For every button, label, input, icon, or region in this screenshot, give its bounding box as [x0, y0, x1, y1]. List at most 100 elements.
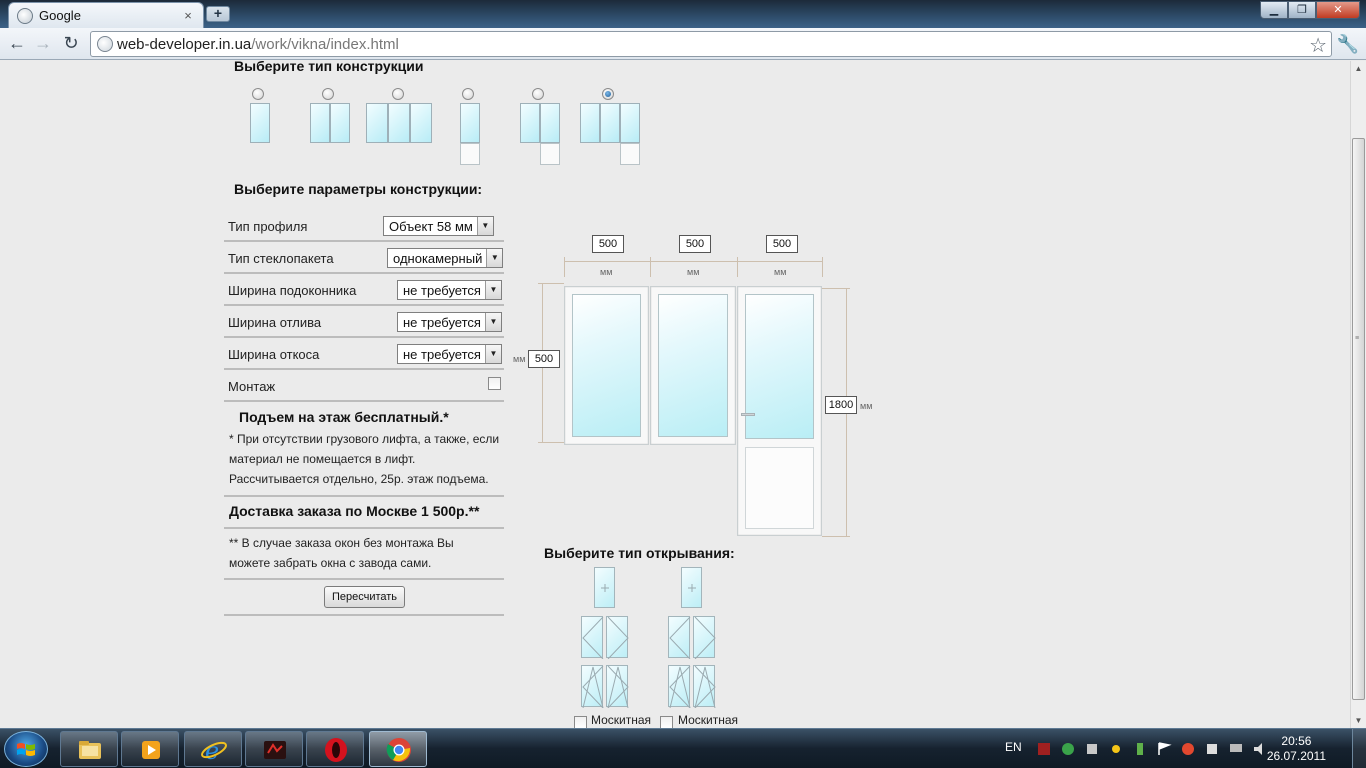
chevron-down-icon[interactable]: ▼ [486, 249, 503, 267]
opening-tilt-turn-left-icon[interactable] [581, 665, 604, 708]
scroll-up-arrow-icon[interactable]: ▲ [1351, 61, 1366, 76]
construction-radio[interactable] [532, 88, 544, 100]
construction-radio[interactable] [322, 88, 334, 100]
start-button[interactable] [4, 731, 48, 767]
show-desktop-button[interactable] [1352, 729, 1366, 768]
unit-label: мм [513, 354, 526, 364]
select-value: не требуется [403, 282, 481, 298]
chevron-down-icon[interactable]: ▼ [484, 281, 501, 299]
window-height-input[interactable]: 500 [528, 350, 560, 368]
door-panel [745, 447, 814, 529]
construction-radio[interactable] [252, 88, 264, 100]
construction-radio-selected[interactable] [602, 88, 614, 100]
tray-flag-icon[interactable] [1156, 741, 1172, 757]
page-info-icon[interactable] [97, 36, 113, 52]
taskbar-chrome[interactable] [369, 731, 427, 767]
window-pane [580, 103, 600, 143]
opening-turn-left-icon[interactable] [668, 616, 691, 659]
chevron-down-icon[interactable]: ▼ [484, 345, 501, 363]
back-button[interactable]: ← [6, 33, 28, 55]
opening-fixed-icon[interactable] [594, 567, 615, 608]
glass-unit-select[interactable]: однокамерный ▼ [387, 248, 504, 268]
mount-checkbox[interactable] [488, 377, 501, 390]
scroll-down-arrow-icon[interactable]: ▼ [1351, 713, 1366, 728]
mosquito-checkbox-1[interactable] [574, 716, 587, 728]
drip-width-select[interactable]: не требуется ▼ [397, 312, 502, 332]
tray-network-icon[interactable] [1060, 741, 1076, 757]
opening-turn-left-icon[interactable] [581, 616, 604, 659]
chevron-down-icon[interactable]: ▼ [476, 217, 493, 235]
lift-info: Подъем на этаж бесплатный.* * При отсутс… [224, 402, 504, 497]
taskbar-explorer[interactable] [60, 731, 118, 767]
bookmark-star-icon[interactable]: ☆ [1309, 33, 1327, 58]
tray-battery-icon[interactable] [1204, 741, 1220, 757]
system-clock[interactable]: 20:56 26.07.2011 [1267, 734, 1326, 764]
opening-turn-right-icon[interactable] [606, 616, 629, 659]
window-frame-2[interactable] [650, 286, 736, 445]
volume-icon[interactable] [1252, 741, 1268, 757]
width-input-3[interactable]: 500 [766, 235, 798, 253]
window-pane [310, 103, 330, 143]
mosquito-checkbox-2[interactable] [660, 716, 673, 728]
param-label: Ширина откоса [228, 347, 320, 362]
opening-tilt-turn-left-icon[interactable] [668, 665, 691, 708]
door-frame[interactable] [737, 286, 822, 536]
opening-tilt-turn-right-icon[interactable] [693, 665, 716, 708]
sill-width-select[interactable]: не требуется ▼ [397, 280, 502, 300]
tray-sun-icon[interactable] [1108, 741, 1124, 757]
url-host: web-developer.in.ua [117, 35, 252, 53]
new-tab-button[interactable]: + [206, 6, 230, 22]
minimize-button[interactable]: ▁ [1260, 1, 1288, 19]
maximize-button[interactable]: ❐ [1288, 1, 1316, 19]
recalculate-button[interactable]: Пересчитать [324, 586, 405, 608]
browser-tab[interactable]: Google × [8, 2, 204, 28]
browser-toolbar: ← → ↻ web-developer.in.ua /work/vikna/in… [0, 28, 1366, 60]
forward-button[interactable]: → [32, 33, 54, 55]
tray-tools-icon[interactable] [1084, 741, 1100, 757]
delivery-info: Доставка заказа по Москве 1 500р.** [224, 497, 504, 529]
width-input-1[interactable]: 500 [592, 235, 624, 253]
taskbar-app-red[interactable] [245, 731, 303, 767]
tray-display-icon[interactable] [1228, 741, 1244, 757]
window-pane [366, 103, 388, 143]
tray-app-icon[interactable] [1036, 741, 1052, 757]
construction-radio[interactable] [392, 88, 404, 100]
param-label: Тип стеклопакета [228, 251, 334, 266]
language-indicator[interactable]: EN [1005, 740, 1022, 754]
mosquito-label: Москитная [678, 713, 739, 727]
opening-turn-right-icon[interactable] [693, 616, 716, 659]
address-bar[interactable]: web-developer.in.ua /work/vikna/index.ht… [90, 31, 1332, 57]
scrollbar-thumb[interactable] [1352, 138, 1365, 700]
window-pane [250, 103, 270, 143]
tab-close-button[interactable]: × [181, 8, 195, 23]
opening-type-heading: Выберите тип открывания: [544, 545, 735, 561]
page-scrollbar[interactable]: ▲ ≡ ▼ [1350, 61, 1366, 728]
lift-note: Рассчитывается отдельно, 25р. этаж подъе… [229, 472, 489, 486]
window-pane [388, 103, 410, 143]
door-glass [620, 103, 640, 143]
profile-select[interactable]: Объект 58 мм ▼ [383, 216, 494, 236]
close-window-button[interactable]: ✕ [1316, 1, 1360, 19]
construction-type-heading: Выберите тип конструкции [234, 61, 424, 74]
opening-tilt-turn-right-icon[interactable] [606, 665, 629, 708]
window-glass [572, 294, 641, 437]
door-glass [540, 103, 560, 143]
construction-radio[interactable] [462, 88, 474, 100]
internet-explorer-icon: e [201, 737, 227, 764]
width-input-2[interactable]: 500 [679, 235, 711, 253]
chevron-down-icon[interactable]: ▼ [484, 313, 501, 331]
door-height-input[interactable]: 1800 [825, 396, 857, 414]
taskbar-internet-explorer[interactable]: e [184, 731, 242, 767]
tray-usb-icon[interactable] [1132, 741, 1148, 757]
taskbar-opera[interactable] [306, 731, 364, 767]
window-frame-1[interactable] [564, 286, 649, 445]
param-row-mount: Монтаж [224, 370, 504, 402]
reload-button[interactable]: ↻ [60, 33, 82, 55]
opening-fixed-icon[interactable] [681, 567, 702, 608]
taskbar-media-player[interactable] [121, 731, 179, 767]
tray-antivirus-icon[interactable] [1180, 741, 1196, 757]
window-pane [410, 103, 432, 143]
slope-width-select[interactable]: не требуется ▼ [397, 344, 502, 364]
wrench-menu-icon[interactable]: 🔧 [1336, 32, 1360, 56]
select-value: Объект 58 мм [389, 218, 473, 234]
